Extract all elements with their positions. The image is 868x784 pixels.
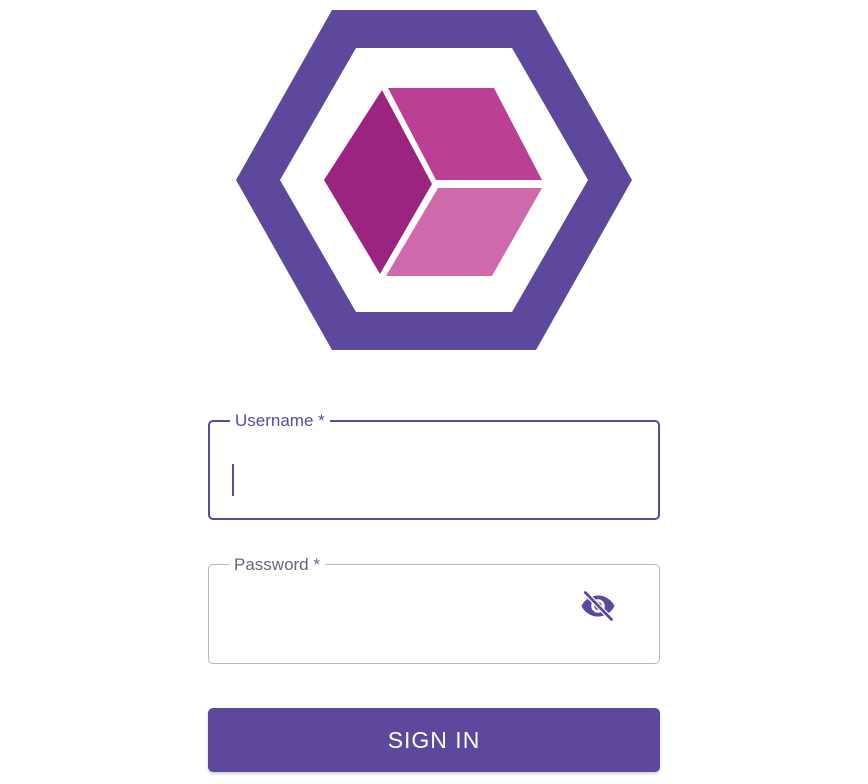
username-field[interactable]: Username *	[208, 412, 660, 520]
username-input[interactable]	[230, 446, 590, 486]
login-page: Username * Password * SIGN IN	[0, 0, 868, 784]
username-label: Username *	[235, 411, 325, 430]
password-input[interactable]	[230, 590, 590, 630]
eye-off-icon	[581, 589, 615, 623]
sign-in-button[interactable]: SIGN IN	[208, 708, 660, 772]
toggle-password-visibility-button[interactable]	[576, 584, 620, 628]
password-label: Password *	[234, 555, 320, 574]
app-logo	[236, 10, 632, 350]
password-field[interactable]: Password *	[208, 556, 660, 664]
